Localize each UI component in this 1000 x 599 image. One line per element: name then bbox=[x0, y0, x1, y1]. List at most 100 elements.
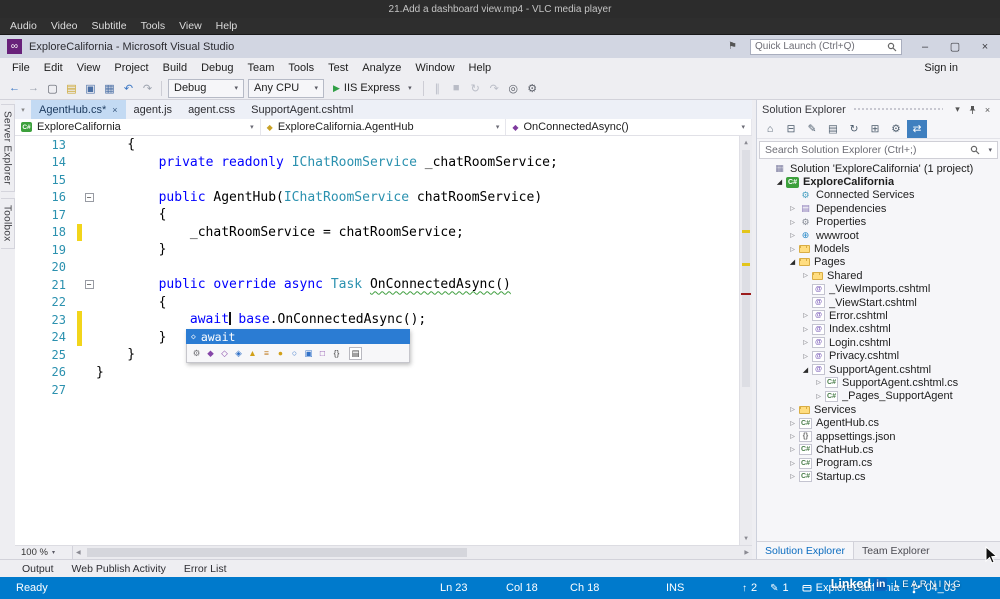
expand-icon[interactable]: ▷ bbox=[800, 326, 811, 333]
close-button[interactable]: × bbox=[970, 35, 1000, 58]
scroll-left-icon[interactable]: ◀ bbox=[76, 546, 81, 559]
vlc-menu-tools[interactable]: Tools bbox=[134, 20, 173, 32]
show-all-files-icon[interactable]: ▤ bbox=[823, 120, 843, 138]
close-icon[interactable]: × bbox=[980, 105, 995, 115]
collapse-icon[interactable]: ◢ bbox=[800, 366, 811, 374]
scrollbar-thumb[interactable] bbox=[742, 150, 750, 388]
new-project-icon[interactable]: ▢ bbox=[43, 82, 62, 95]
zoom-control[interactable]: 100 % ▾ bbox=[15, 546, 73, 559]
break-all-icon[interactable]: ∥ bbox=[428, 82, 447, 95]
navigate-forward-icon[interactable]: → bbox=[24, 82, 43, 94]
tree-item-agenthub-cs[interactable]: ▷ C# AgentHub.cs bbox=[757, 416, 1000, 429]
step-over-icon[interactable]: ↷ bbox=[485, 82, 504, 95]
tree-item-privacy-cshtml[interactable]: ▷ @ Privacy.cshtml bbox=[757, 349, 1000, 362]
tree-item-services[interactable]: ▷ Services bbox=[757, 403, 1000, 416]
doc-tab-agenthub-cs[interactable]: AgentHub.cs* × bbox=[31, 100, 126, 119]
collapse-all-icon[interactable]: ⊟ bbox=[781, 120, 801, 138]
tree-item-explorecalifornia[interactable]: ◢ C# ExploreCalifornia bbox=[757, 175, 1000, 188]
vs-menu-window[interactable]: Window bbox=[408, 62, 461, 74]
tree-item-supportagent-cshtml-cs[interactable]: ▷ C# SupportAgent.cshtml.cs bbox=[757, 376, 1000, 389]
filter-methods-icon[interactable]: ◆ bbox=[204, 347, 217, 360]
vertical-scrollbar[interactable]: ▲ ▼ bbox=[739, 136, 752, 545]
expand-icon[interactable]: ▷ bbox=[787, 232, 798, 239]
feedback-icon[interactable]: ⚑ bbox=[723, 41, 742, 52]
properties-icon[interactable]: ⚙ bbox=[886, 120, 906, 138]
expand-icon[interactable]: ▷ bbox=[787, 446, 798, 453]
panel-tab-team-explorer[interactable]: Team Explorer bbox=[854, 542, 938, 559]
collapse-icon[interactable]: ◢ bbox=[787, 258, 798, 266]
tab-options-icon[interactable]: ▾ bbox=[15, 100, 31, 119]
vs-menu-debug[interactable]: Debug bbox=[194, 62, 240, 74]
collapse-icon[interactable]: ⊞ bbox=[865, 120, 885, 138]
filter-snippets-icon[interactable]: ▤ bbox=[349, 346, 362, 360]
expand-icon[interactable]: ▷ bbox=[787, 219, 798, 226]
collapse-region-icon[interactable]: − bbox=[84, 192, 94, 202]
open-file-icon[interactable]: ▤ bbox=[62, 82, 81, 95]
vlc-menu-help[interactable]: Help bbox=[209, 20, 245, 32]
vlc-menu-view[interactable]: View bbox=[172, 20, 209, 32]
sign-in-link[interactable]: Sign in bbox=[924, 62, 958, 74]
pin-icon[interactable] bbox=[965, 105, 980, 115]
expand-icon[interactable]: ▷ bbox=[787, 205, 798, 212]
restart-icon[interactable]: ↻ bbox=[466, 82, 485, 95]
expand-icon[interactable]: ▷ bbox=[787, 246, 798, 253]
find-icon[interactable]: ◎ bbox=[504, 82, 523, 95]
side-tab-toolbox[interactable]: Toolbox bbox=[0, 197, 15, 249]
tree-item-solution-explorecalifornia-1-project[interactable]: ▦ Solution 'ExploreCalifornia' (1 project… bbox=[757, 162, 1000, 175]
expand-icon[interactable]: ▷ bbox=[787, 406, 798, 413]
tree-item-viewimports-cshtml[interactable]: @ _ViewImports.cshtml bbox=[757, 283, 1000, 296]
se-search-box[interactable]: Search Solution Explorer (Ctrl+;) ▾ bbox=[759, 141, 998, 159]
filter-events-icon[interactable]: ▲ bbox=[246, 347, 259, 360]
solution-platforms-dropdown[interactable]: Any CPU ▾ bbox=[248, 78, 324, 98]
stop-debugging-icon[interactable]: ■ bbox=[447, 82, 466, 94]
tree-item-program-cs[interactable]: ▷ C# Program.cs bbox=[757, 457, 1000, 470]
expand-icon[interactable]: ▷ bbox=[800, 339, 811, 346]
tree-item-wwwroot[interactable]: ▷ ⊕ wwwroot bbox=[757, 229, 1000, 242]
collapse-region-icon[interactable]: − bbox=[84, 280, 94, 290]
restore-button[interactable]: ▢ bbox=[940, 35, 970, 58]
expand-icon[interactable]: ▷ bbox=[787, 433, 798, 440]
vs-titlebar[interactable]: ∞ ExploreCalifornia - Microsoft Visual S… bbox=[0, 35, 1000, 58]
vs-menu-build[interactable]: Build bbox=[156, 62, 194, 74]
save-all-icon[interactable]: ▦ bbox=[100, 82, 119, 95]
tree-item-properties[interactable]: ▷ ⚙ Properties bbox=[757, 216, 1000, 229]
tree-item-login-cshtml[interactable]: ▷ @ Login.cshtml bbox=[757, 336, 1000, 349]
panel-tab-solution-explorer[interactable]: Solution Explorer bbox=[757, 542, 854, 559]
sync-with-active-document-icon[interactable]: ⇄ bbox=[907, 119, 927, 138]
filter-keywords-icon[interactable]: {} bbox=[330, 347, 343, 360]
expand-icon[interactable]: ▷ bbox=[787, 460, 798, 467]
tree-item-chathub-cs[interactable]: ▷ C# ChatHub.cs bbox=[757, 443, 1000, 456]
vlc-menu-subtitle[interactable]: Subtitle bbox=[85, 20, 134, 32]
tree-item-appsettings-json[interactable]: ▷{} appsettings.json bbox=[757, 430, 1000, 443]
code-editor[interactable]: 13 {14 private readonly IChatRoomService _… bbox=[15, 136, 752, 545]
expand-icon[interactable]: ▷ bbox=[787, 420, 798, 427]
filter-extension-methods-icon[interactable]: ◇ bbox=[218, 347, 231, 360]
undo-icon[interactable]: ↶ bbox=[119, 82, 138, 95]
chevron-down-icon[interactable]: ▾ bbox=[988, 146, 992, 154]
filter-enums-icon[interactable]: ≡ bbox=[260, 347, 273, 360]
tree-item-models[interactable]: ▷ Models bbox=[757, 242, 1000, 255]
home-icon[interactable]: ⌂ bbox=[760, 120, 780, 138]
options-icon[interactable]: ⚙ bbox=[523, 82, 542, 95]
filter-classes-icon[interactable]: ● bbox=[274, 347, 287, 360]
tree-item-startup-cs[interactable]: ▷ C# Startup.cs bbox=[757, 470, 1000, 483]
panel-tab-output[interactable]: Output bbox=[13, 560, 63, 577]
tree-item-shared[interactable]: ▷ Shared bbox=[757, 269, 1000, 282]
tree-item-dependencies[interactable]: ▷ ▤ Dependencies bbox=[757, 202, 1000, 215]
vlc-menu-video[interactable]: Video bbox=[44, 20, 85, 32]
expand-icon[interactable]: ▷ bbox=[813, 393, 824, 400]
filter-fields-icon[interactable]: ◈ bbox=[232, 347, 245, 360]
tree-item-index-cshtml[interactable]: ▷ @ Index.cshtml bbox=[757, 323, 1000, 336]
tree-item-supportagent-cshtml[interactable]: ◢ @ SupportAgent.cshtml bbox=[757, 363, 1000, 376]
vs-menu-test[interactable]: Test bbox=[321, 62, 355, 74]
vs-menu-file[interactable]: File bbox=[5, 62, 37, 74]
doc-tab-agent-css[interactable]: agent.css bbox=[180, 100, 243, 119]
panel-tab-error-list[interactable]: Error List bbox=[175, 560, 236, 577]
tree-item-pages-supportagent[interactable]: ▷ C# _Pages_SupportAgent bbox=[757, 390, 1000, 403]
save-icon[interactable]: ▣ bbox=[81, 82, 100, 95]
completion-item[interactable]: ◇ await bbox=[186, 329, 410, 344]
navigate-back-icon[interactable]: ← bbox=[5, 82, 24, 94]
commits-ahead-indicator[interactable]: ↑ 2 bbox=[742, 582, 757, 594]
scroll-right-icon[interactable]: ▶ bbox=[744, 546, 749, 559]
solution-explorer-header[interactable]: Solution Explorer ▾ × bbox=[757, 100, 1000, 119]
